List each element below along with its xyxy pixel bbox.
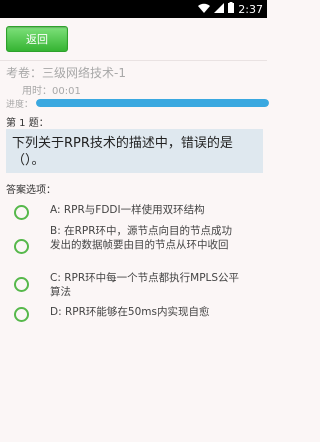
- options-label: 答案选项：: [6, 185, 56, 196]
- radio-button[interactable]: [14, 307, 29, 322]
- top-toolbar: 返回: [0, 18, 267, 61]
- option-text: B: 在RPR环中，源节点向目的节点成功发出的数据帧要由目的节点从环中收回: [50, 225, 233, 251]
- question-number: 第 1 题：: [6, 118, 49, 129]
- wifi-icon: [198, 3, 211, 16]
- back-button[interactable]: 返回: [6, 26, 68, 52]
- status-bar: 2:37: [0, 0, 267, 18]
- option-a[interactable]: A: RPR与FDDI一样使用双环结构: [14, 203, 240, 220]
- progress-fill: [36, 99, 269, 107]
- option-text: D: RPR环能够在50ms内实现自愈: [50, 306, 210, 318]
- option-text: A: RPR与FDDI一样使用双环结构: [50, 204, 205, 216]
- option-d[interactable]: D: RPR环能够在50ms内实现自愈: [14, 305, 240, 322]
- elapsed-time: 用时：00:01: [22, 86, 81, 97]
- battery-icon: [228, 2, 235, 16]
- signal-icon: [214, 2, 225, 16]
- radio-button[interactable]: [14, 277, 29, 292]
- option-b[interactable]: B: 在RPR环中，源节点向目的节点成功发出的数据帧要由目的节点从环中收回: [14, 224, 240, 254]
- question-text: 下列关于RPR技术的描述中，错误的是（）。: [6, 129, 263, 173]
- progress-bar: [36, 99, 269, 107]
- progress-row: 进度：: [6, 97, 269, 110]
- radio-button[interactable]: [14, 205, 29, 220]
- status-time: 2:37: [238, 2, 263, 16]
- option-text: C: RPR环中每一个节点都执行MPLS公平算法: [50, 272, 240, 298]
- radio-button[interactable]: [14, 239, 29, 254]
- progress-label: 进度：: [6, 100, 34, 110]
- exam-title: 考卷：三级网络技术-1: [6, 66, 126, 80]
- option-c[interactable]: C: RPR环中每一个节点都执行MPLS公平算法: [14, 271, 240, 299]
